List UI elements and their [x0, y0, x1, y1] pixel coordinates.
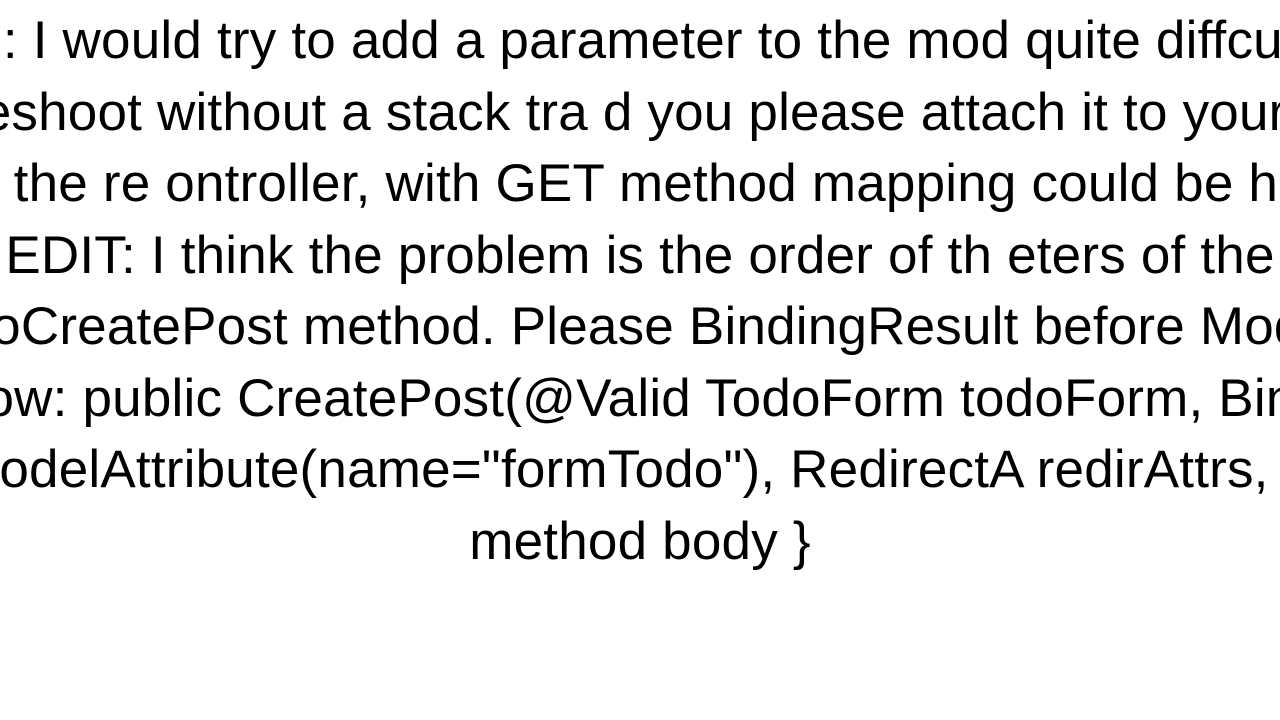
answer-text-block: er 1: I would try to add a parameter to …	[0, 5, 1280, 577]
